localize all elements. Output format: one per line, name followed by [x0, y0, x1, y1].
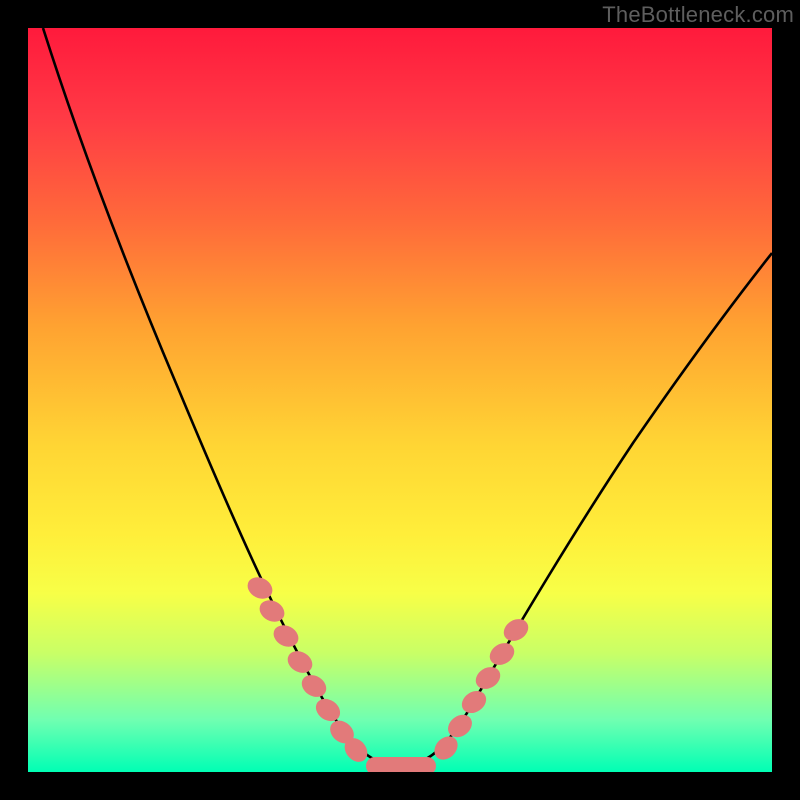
highlight-markers	[244, 573, 532, 772]
bottleneck-curve	[43, 28, 772, 766]
plot-area	[28, 28, 772, 772]
watermark-text: TheBottleneck.com	[602, 2, 794, 28]
bottleneck-curve-svg	[28, 28, 772, 772]
chart-frame: TheBottleneck.com	[0, 0, 800, 800]
